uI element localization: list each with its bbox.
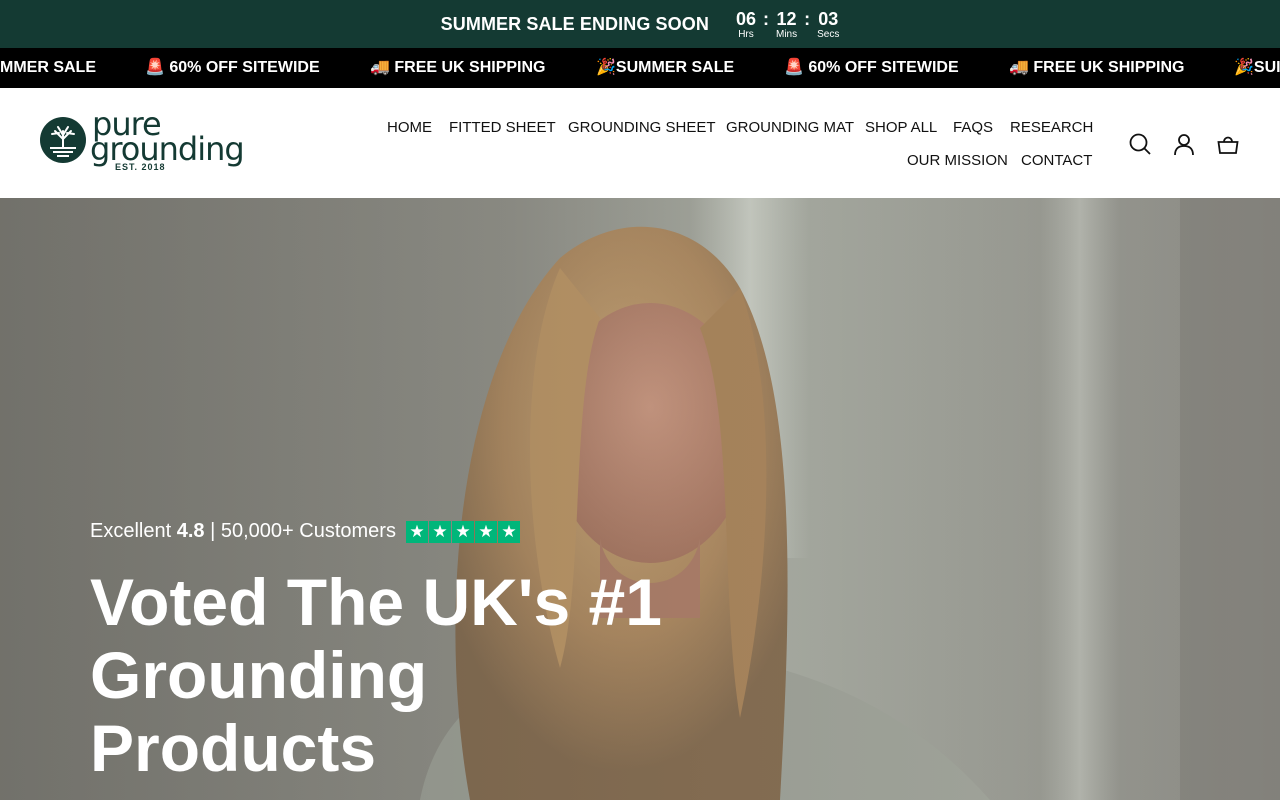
hero-title-line: Voted The UK's #1 — [90, 565, 662, 639]
timer-minutes-label: Mins — [776, 29, 798, 40]
hero-title-line: Grounding — [90, 638, 428, 712]
nav-research[interactable]: RESEARCH — [1010, 119, 1093, 137]
timer-hours: 06 Hrs — [736, 8, 756, 40]
countdown-bar: SUMMER SALE ENDING SOON 06 Hrs : 12 Mins… — [0, 0, 1280, 48]
nav-contact[interactable]: CONTACT — [1021, 152, 1092, 170]
marquee-item: 🚚 FREE UK SHIPPING — [1009, 59, 1185, 76]
timer-separator: : — [763, 9, 769, 29]
nav-grounding-mat[interactable]: GROUNDING MAT — [726, 119, 854, 137]
star-icon: ★ — [474, 520, 497, 543]
countdown-timer: 06 Hrs : 12 Mins : 03 Secs — [736, 8, 839, 40]
star-icon: ★ — [405, 520, 428, 543]
nav-our-mission[interactable]: OUR MISSION — [907, 152, 1008, 170]
rating-value: 4.8 — [176, 520, 205, 542]
nav-fitted-sheet[interactable]: FITTED SHEET — [449, 119, 556, 137]
marquee-item: 🚨 60% OFF SITEWIDE — [784, 59, 959, 76]
rating-suffix: | 50,000+ Customers — [210, 520, 396, 542]
star-icon: ★ — [428, 520, 451, 543]
marquee-item: 🚨 60% OFF SITEWIDE — [145, 59, 320, 76]
star-icon: ★ — [497, 520, 520, 543]
search-icon[interactable] — [1128, 132, 1152, 156]
marquee-item: 🎉SUMMER SALE — [596, 59, 735, 76]
nav-grounding-sheet[interactable]: GROUNDING SHEET — [568, 119, 716, 137]
hero-title-line: Products — [90, 711, 377, 785]
timer-seconds-value: 03 — [818, 9, 839, 29]
trustpilot-rating: Excellent 4.8 | 50,000+ Customers ★ ★ ★ … — [90, 520, 521, 543]
hero-banner: Excellent 4.8 | 50,000+ Customers ★ ★ ★ … — [0, 198, 1280, 800]
site-header: pure grounding EST. 2018 HOME FITTED SHE… — [0, 88, 1280, 198]
sale-countdown-text: SUMMER SALE ENDING SOON — [440, 13, 709, 34]
nav-faqs[interactable]: FAQS — [953, 119, 993, 137]
marquee-item: 🚚 FREE UK SHIPPING — [370, 59, 546, 76]
announcement-marquee: MMER SALE 🚨 60% OFF SITEWIDE 🚚 FREE UK S… — [0, 48, 1280, 88]
nav-shop-all[interactable]: SHOP ALL — [865, 119, 937, 137]
timer-hours-label: Hrs — [738, 29, 754, 40]
marquee-item: 🎉SUI — [1234, 59, 1280, 76]
cart-icon[interactable] — [1216, 132, 1240, 156]
nav-home[interactable]: HOME — [387, 119, 432, 137]
account-icon[interactable] — [1172, 132, 1196, 156]
marquee-item: MMER SALE — [0, 59, 96, 76]
timer-minutes: 12 Mins — [776, 8, 797, 40]
rating-stars: ★ ★ ★ ★ ★ — [405, 520, 521, 543]
timer-hours-value: 06 — [735, 9, 756, 29]
timer-seconds-label: Secs — [817, 29, 840, 40]
timer-minutes-value: 12 — [776, 9, 797, 29]
rating-prefix: Excellent — [90, 520, 172, 542]
main-nav: HOME FITTED SHEET GROUNDING SHEET GROUND… — [0, 88, 1280, 198]
timer-seconds: 03 Secs — [817, 8, 839, 40]
star-icon: ★ — [451, 520, 474, 543]
timer-separator: : — [804, 9, 811, 29]
hero-title: Voted The UK's #1 Grounding Products — [90, 566, 810, 785]
